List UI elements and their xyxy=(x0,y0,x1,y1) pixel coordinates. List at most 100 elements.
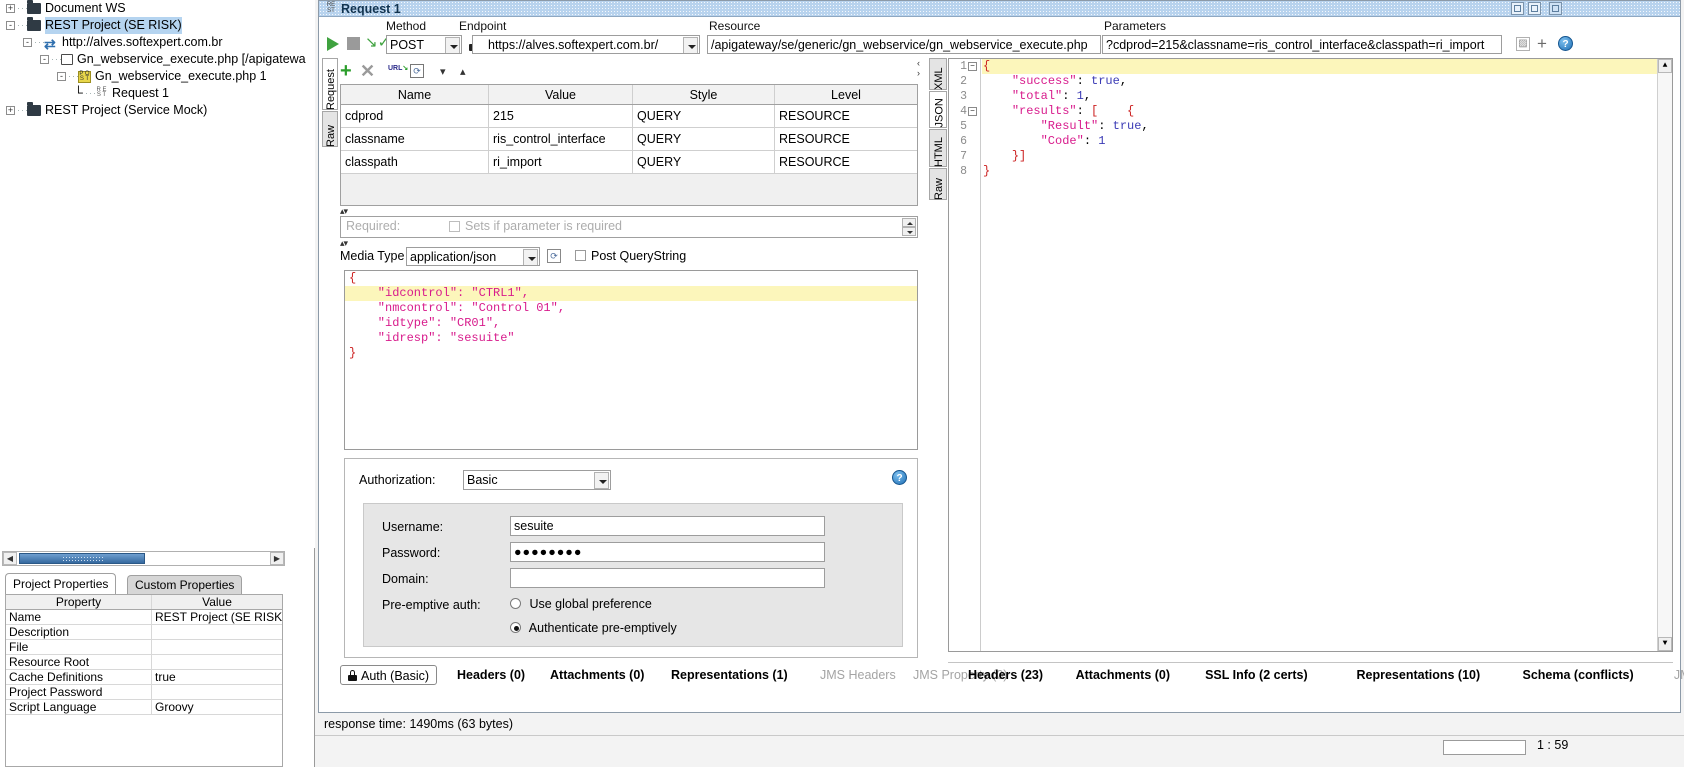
pane-collapse-handle[interactable]: ‹ › xyxy=(917,58,926,80)
params-cell[interactable]: ri_import xyxy=(489,151,633,173)
fold-toggle-icon[interactable]: − xyxy=(968,62,977,71)
password-input[interactable]: ●●●●●●●● xyxy=(510,542,825,562)
request-tab-attachments-0[interactable]: Attachments (0) xyxy=(543,665,651,685)
tree-node[interactable]: - ···P OS T Gn_webservice_execute.php 1 xyxy=(0,68,315,85)
endpoint-chevron-down-icon[interactable] xyxy=(683,37,698,53)
params-cell[interactable]: classname xyxy=(341,128,489,150)
tree-toggle-icon[interactable]: + xyxy=(6,4,15,14)
params-cell[interactable]: classpath xyxy=(341,151,489,173)
tree-toggle-icon[interactable]: - xyxy=(40,55,49,65)
tree-toggle-icon[interactable]: + xyxy=(6,106,15,116)
property-value-cell[interactable] xyxy=(152,625,282,639)
params-cell[interactable]: RESOURCE xyxy=(775,151,917,173)
stop-icon[interactable] xyxy=(347,37,360,50)
tab-project-properties[interactable]: Project Properties xyxy=(5,573,117,594)
window-minimize-button[interactable] xyxy=(1549,2,1562,15)
radio-global-icon[interactable] xyxy=(510,598,521,609)
property-value-cell[interactable] xyxy=(152,640,282,654)
radio-preemptive-icon[interactable] xyxy=(510,622,521,633)
params-row[interactable]: classpath ri_import QUERY RESOURCE xyxy=(341,151,917,174)
username-input[interactable]: sesuite xyxy=(510,516,825,536)
params-cell[interactable]: 215 xyxy=(489,105,633,127)
tree-toggle-icon[interactable]: - xyxy=(57,72,66,82)
tree-toggle-icon[interactable]: - xyxy=(6,21,15,31)
params-cell[interactable]: QUERY xyxy=(633,128,775,150)
properties-row[interactable]: Description xyxy=(6,625,282,640)
params-cell[interactable]: ris_control_interface xyxy=(489,128,633,150)
plus-icon[interactable]: + xyxy=(1537,35,1547,52)
properties-row[interactable]: Cache Definitions true xyxy=(6,670,282,685)
post-querystring-checkbox[interactable] xyxy=(575,250,586,261)
authorization-select[interactable]: Basic xyxy=(463,470,611,490)
help-icon[interactable]: ? xyxy=(1558,36,1573,51)
properties-row[interactable]: Project Password xyxy=(6,685,282,700)
refresh-params-icon[interactable]: ⟳ xyxy=(410,64,424,78)
property-value-cell[interactable] xyxy=(152,655,282,669)
revert-checkmark-icon[interactable]: ↘✓ xyxy=(365,34,390,52)
response-tab-headers-23[interactable]: Headers (23) xyxy=(968,666,1043,684)
tree-toggle-icon[interactable]: - xyxy=(23,38,32,48)
move-down-icon[interactable]: ▾ xyxy=(440,65,446,78)
params-cell[interactable]: QUERY xyxy=(633,105,775,127)
delete-param-icon[interactable]: ✕ xyxy=(360,62,375,80)
tree-node[interactable]: - ··· REST Project (SE RISK) xyxy=(0,17,315,35)
url-encode-icon[interactable]: URL↘ xyxy=(388,64,408,78)
tab-response-html[interactable]: HTML xyxy=(929,129,947,167)
tree-node[interactable]: + ··· REST Project (Service Mock) xyxy=(0,102,315,119)
request-bottom-tabs[interactable]: Auth (Basic) Headers (0) Attachments (0) Re… xyxy=(340,664,1007,686)
properties-row[interactable]: File xyxy=(6,640,282,655)
params-cell[interactable]: QUERY xyxy=(633,151,775,173)
response-bottom-tabs[interactable]: Headers (23) Attachments (0) SSL Info (2 c… xyxy=(948,662,1684,686)
params-row[interactable]: classname ris_control_interface QUERY RESOU… xyxy=(341,128,917,151)
tab-request[interactable]: Request xyxy=(322,58,338,110)
request-tab-jms-headers[interactable]: JMS Headers xyxy=(813,665,903,685)
response-tab-representations-10[interactable]: Representations (10) xyxy=(1357,666,1481,684)
tab-raw[interactable]: Raw xyxy=(322,111,338,147)
run-icon[interactable] xyxy=(327,37,339,51)
response-tab-schema-conflicts[interactable]: Schema (conflicts) xyxy=(1523,666,1634,684)
tree-hscrollbar[interactable]: ◀ ▶ xyxy=(2,551,285,566)
radio-authenticate-preemptively[interactable]: Authenticate pre-emptively xyxy=(510,621,677,635)
method-select[interactable]: POST xyxy=(386,35,462,54)
request-tab-representations-1[interactable]: Representations (1) xyxy=(664,665,795,685)
request-body-editor[interactable]: { "idcontrol": "CTRL1", "nmcontrol": "Co… xyxy=(344,270,918,450)
property-value-cell[interactable]: true xyxy=(152,670,282,684)
move-up-icon[interactable]: ▴ xyxy=(460,65,466,78)
fold-toggle-icon[interactable]: − xyxy=(968,107,977,116)
project-tree[interactable]: + ··· Document WS - ··· REST Project (SE RISK… xyxy=(0,0,315,548)
hscroll-thumb[interactable] xyxy=(19,553,145,564)
response-tab-jms-0[interactable]: JMS (0) xyxy=(1674,666,1684,684)
authorization-chevron-down-icon[interactable] xyxy=(594,472,609,489)
tab-response-json[interactable]: JSON xyxy=(929,91,947,128)
media-type-chevron-down-icon[interactable] xyxy=(523,249,538,265)
media-refresh-icon[interactable]: ⟳ xyxy=(547,249,561,263)
property-value-cell[interactable]: REST Project (SE RISK) xyxy=(152,610,282,624)
scroll-up-icon[interactable]: ▲ xyxy=(1658,59,1672,73)
property-value-cell[interactable]: Groovy xyxy=(152,700,282,714)
tree-node[interactable]: └ ···R ES T Request 1 xyxy=(0,85,315,102)
params-cell[interactable]: RESOURCE xyxy=(775,128,917,150)
properties-tabs[interactable]: Project Properties Custom Properties xyxy=(5,573,285,594)
resource-input[interactable]: /apigateway/se/generic/gn_webservice/gn_… xyxy=(707,35,1101,54)
parameters-table[interactable]: Name Value Style Level cdprod 215 QUERY RESOURC… xyxy=(340,84,918,206)
required-checkbox[interactable] xyxy=(449,221,460,232)
params-cell[interactable]: RESOURCE xyxy=(775,105,917,127)
tab-response-xml[interactable]: XML xyxy=(929,58,947,90)
request-tab-auth-basic[interactable]: Auth (Basic) xyxy=(340,665,438,685)
response-vscrollbar[interactable]: ▲ ▼ xyxy=(1657,59,1672,651)
tree-node[interactable]: + ··· Document WS xyxy=(0,0,315,17)
tree-node[interactable]: - ··· Gn_webservice_execute.php [/apigatew… xyxy=(0,51,315,68)
window-restore-button[interactable] xyxy=(1511,2,1524,15)
detail-spinner[interactable] xyxy=(902,218,916,236)
params-row[interactable]: cdprod 215 QUERY RESOURCE xyxy=(341,105,917,128)
property-value-cell[interactable] xyxy=(152,685,282,699)
tree-node[interactable]: -··· http://alves.softexpert.com.br xyxy=(0,34,315,51)
params-split-grip[interactable]: ▴▾ xyxy=(340,207,348,216)
filter-icon[interactable]: ▨ xyxy=(1516,37,1530,51)
media-type-select[interactable]: application/json xyxy=(406,247,540,266)
project-properties-table[interactable]: Property Value Name REST Project (SE RISK) D… xyxy=(5,594,283,767)
response-tab-attachments-0[interactable]: Attachments (0) xyxy=(1076,666,1170,684)
request-window-titlebar[interactable]: RE ST Request 1 xyxy=(319,1,1680,17)
request-side-tabs[interactable]: Request Raw xyxy=(322,58,338,148)
scroll-left-icon[interactable]: ◀ xyxy=(3,552,17,565)
